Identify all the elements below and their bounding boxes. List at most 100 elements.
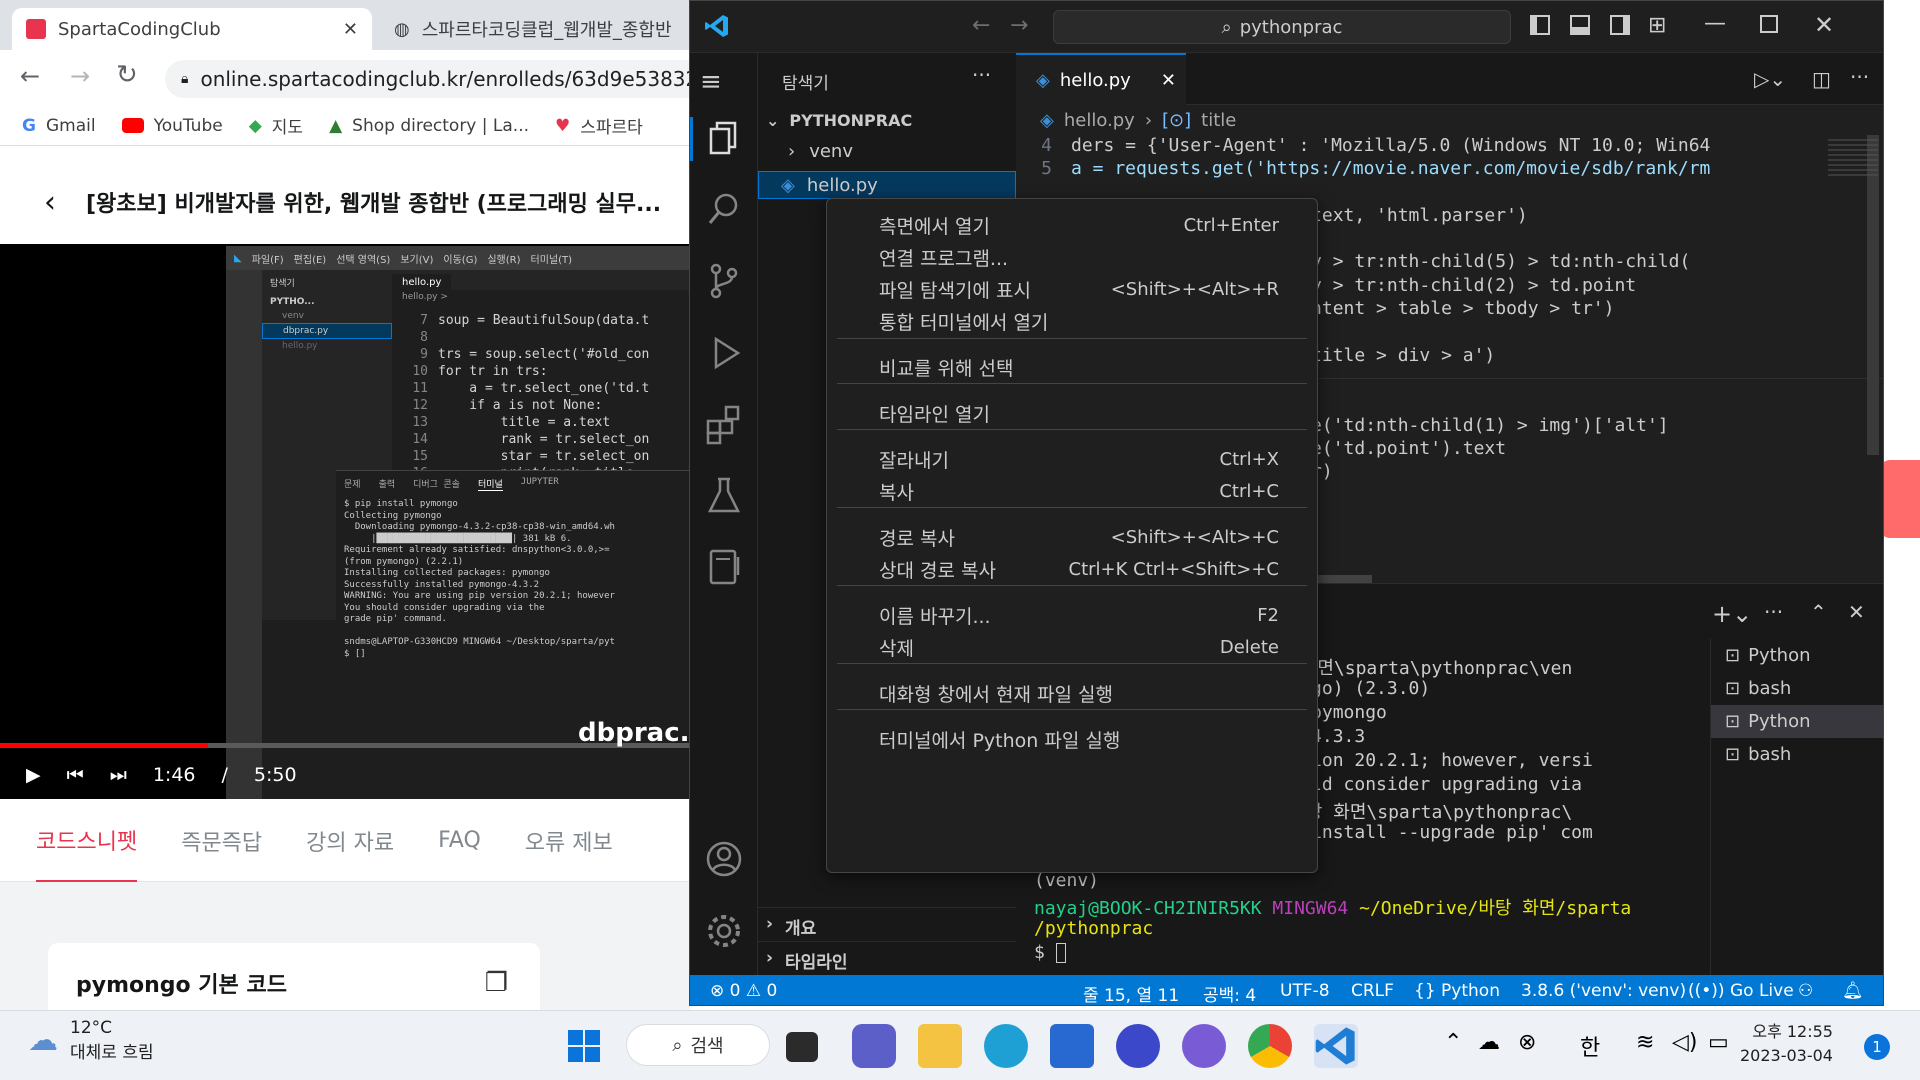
tab-qna[interactable]: 즉문즉답 <box>181 825 262 857</box>
app-icon-1[interactable] <box>1116 1024 1160 1068</box>
context-menu-item[interactable]: 터미널에서 Python 파일 실행 <box>833 721 1311 757</box>
back-chevron-icon[interactable]: ‹ <box>44 185 56 220</box>
teams-chat-icon[interactable] <box>852 1024 896 1068</box>
copy-icon[interactable]: ❐ <box>485 968 508 998</box>
context-menu-item[interactable]: 경로 복사 <Shift>+<Alt>+C <box>833 519 1311 555</box>
cursor-position[interactable]: 줄 15, 열 11 <box>1083 981 1179 1005</box>
new-terminal-icon[interactable]: +⌄ <box>1712 600 1752 628</box>
notification-bell-icon[interactable]: 🔔︎ <box>1842 981 1864 1001</box>
customize-layout-icon[interactable]: ⊞ <box>1648 13 1666 38</box>
panel-more-icon[interactable]: ··· <box>1764 600 1783 624</box>
reload-icon[interactable]: ↻ <box>116 60 138 90</box>
minimap[interactable] <box>1828 139 1878 179</box>
file-explorer-icon[interactable] <box>918 1024 962 1068</box>
go-live[interactable]: ((•)) Go Live <box>1688 981 1794 1001</box>
toggle-secondary-sidebar-icon[interactable] <box>1610 15 1630 35</box>
source-control-icon[interactable] <box>702 259 746 303</box>
side-feedback-tab[interactable] <box>1880 460 1920 538</box>
bookmark-maps[interactable]: ◆ 지도 <box>249 113 303 139</box>
edge-icon[interactable] <box>984 1024 1028 1068</box>
encoding[interactable]: UTF-8 <box>1280 981 1330 1001</box>
context-menu-item[interactable]: 비교를 위해 선택 <box>833 349 1311 385</box>
notification-badge[interactable]: 1 <box>1864 1034 1890 1060</box>
skip-forward-icon[interactable]: ⏭ <box>110 764 127 786</box>
problems-status[interactable]: ⊗ 0 ⚠ 0 <box>710 981 777 1001</box>
context-menu-item[interactable]: 삭제 Delete <box>833 629 1311 665</box>
volume-icon[interactable]: ◁) <box>1672 1030 1698 1055</box>
terminal-list-item[interactable]: ⊡ bash <box>1711 672 1883 705</box>
tab-materials[interactable]: 강의 자료 <box>306 825 394 857</box>
language-mode[interactable]: {} Python <box>1414 981 1500 1001</box>
chrome-tab-sparta[interactable]: SpartaCodingClub ✕ <box>12 8 372 50</box>
close-tab-icon[interactable]: ✕ <box>1161 70 1176 91</box>
toggle-panel-icon[interactable] <box>1570 15 1590 35</box>
run-debug-icon[interactable] <box>702 331 746 375</box>
tray-app-icon[interactable]: ☁ <box>1478 1030 1500 1055</box>
bookmark-youtube[interactable]: YouTube <box>121 116 223 136</box>
terminal-list-item[interactable]: ⊡ Python <box>1711 705 1883 738</box>
tray-close-icon[interactable]: ⊗ <box>1518 1030 1536 1055</box>
toggle-sidebar-icon[interactable] <box>1530 15 1550 35</box>
context-menu-item[interactable]: 복사 Ctrl+C <box>833 473 1311 509</box>
nav-forward-icon[interactable]: → <box>1010 13 1028 38</box>
extensions-icon[interactable] <box>702 403 746 447</box>
outline-section[interactable]: › 개요 <box>758 907 1016 945</box>
tray-chevron-up-icon[interactable]: ⌃ <box>1444 1030 1462 1055</box>
close-tab-icon[interactable]: ✕ <box>343 19 358 40</box>
command-center-search[interactable]: ⌕ pythonprac <box>1053 10 1511 44</box>
bookmark-sparta[interactable]: ♥ 스파르타 <box>555 113 643 139</box>
taskbar-search[interactable]: ⌕ 검색 <box>626 1024 770 1066</box>
more-actions-icon[interactable]: ··· <box>972 63 991 87</box>
terminal-list-item[interactable]: ⊡ bash <box>1711 738 1883 771</box>
bookmark-gmail[interactable]: G Gmail <box>22 116 96 136</box>
tab-faq[interactable]: FAQ <box>438 828 481 853</box>
wifi-icon[interactable]: ≋ <box>1636 1030 1654 1055</box>
context-menu-item[interactable]: 상대 경로 복사 Ctrl+K Ctrl+<Shift>+C <box>833 551 1311 587</box>
context-menu-item[interactable]: 연결 프로그램... <box>833 239 1311 275</box>
python-interpreter[interactable]: 3.8.6 ('venv': venv) <box>1521 981 1686 1001</box>
testing-icon[interactable] <box>702 473 746 517</box>
battery-icon[interactable]: ▭ <box>1708 1030 1729 1055</box>
context-menu-item[interactable]: 타임라인 열기 <box>833 395 1311 431</box>
tab-hello-py[interactable]: ◈ hello.py ✕ <box>1016 53 1186 105</box>
context-menu-item[interactable]: 통합 터미널에서 열기 <box>833 303 1311 339</box>
weather-widget[interactable]: ☁ 12°C 대체로 흐림 <box>28 1018 154 1063</box>
context-menu-item[interactable]: 대화형 창에서 현재 파일 실행 <box>833 675 1311 711</box>
file-hello-py[interactable]: ◈ hello.py <box>758 171 1016 199</box>
close-window-icon[interactable]: ✕ <box>1814 11 1834 39</box>
run-python-file-icon[interactable]: ▷⌄ <box>1754 67 1786 91</box>
settings-gear-icon[interactable] <box>702 909 746 953</box>
minimize-icon[interactable]: — <box>1704 11 1726 36</box>
skip-back-icon[interactable]: ⏮ <box>67 764 84 786</box>
start-icon[interactable] <box>562 1024 606 1068</box>
vscode-taskbar-icon[interactable] <box>1314 1024 1358 1068</box>
context-menu-item[interactable]: 측면에서 열기 Ctrl+Enter <box>833 207 1311 243</box>
terminal-list-item[interactable]: ⊡ Python <box>1711 639 1883 672</box>
back-arrow-icon[interactable]: ← <box>20 62 40 90</box>
menu-icon[interactable]: ≡ <box>700 67 722 97</box>
play-icon[interactable]: ▶ <box>26 764 41 786</box>
chrome-icon[interactable] <box>1248 1024 1292 1068</box>
clock[interactable]: 오후 12:55 2023-03-04 <box>1740 1020 1833 1068</box>
bookmark-shop[interactable]: ▲ Shop directory | La... <box>329 116 529 136</box>
notebook-icon[interactable] <box>702 545 746 589</box>
task-view-icon[interactable] <box>786 1032 818 1062</box>
editor-more-icon[interactable]: ··· <box>1850 65 1869 89</box>
editor-scrollbar[interactable] <box>1867 135 1879 455</box>
context-menu-item[interactable]: 파일 탐색기에 표시 <Shift>+<Alt>+R <box>833 271 1311 307</box>
context-menu-item[interactable]: 이름 바꾸기... F2 <box>833 597 1311 633</box>
app-icon-2[interactable] <box>1182 1024 1226 1068</box>
tab-bug-report[interactable]: 오류 제보 <box>525 825 613 857</box>
line-ending[interactable]: CRLF <box>1351 981 1394 1001</box>
maximize-panel-icon[interactable]: ⌃ <box>1810 600 1827 624</box>
context-menu-item[interactable]: 잘라내기 Ctrl+X <box>833 441 1311 477</box>
account-status-icon[interactable]: ⚇ <box>1798 981 1813 1001</box>
search-view-icon[interactable] <box>702 187 746 231</box>
nav-back-icon[interactable]: ← <box>972 13 990 38</box>
ime-indicator[interactable]: 한 <box>1580 1030 1600 1062</box>
address-bar[interactable]: 🔒︎ online.spartacodingclub.kr/enrolleds/… <box>165 60 690 98</box>
store-icon[interactable] <box>1050 1024 1094 1068</box>
maximize-icon[interactable] <box>1760 15 1778 33</box>
split-editor-icon[interactable]: ◫ <box>1812 67 1831 91</box>
chrome-tab-course[interactable]: ◍ 스파르타코딩클럽_웹개발_종합반 <box>380 8 690 50</box>
